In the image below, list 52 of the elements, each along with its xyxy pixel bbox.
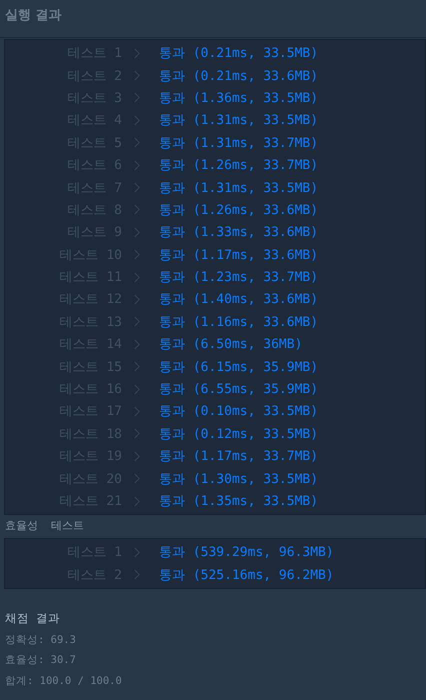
grading-title: 채점 결과 [5,610,61,626]
test-result: 통과 (1.23ms, 33.7MB) [159,269,318,286]
chevron-icon [134,70,140,82]
chevron-icon [134,450,140,462]
chevron-icon [134,48,140,59]
chevron-icon [134,182,140,194]
test-result: 통과 (1.26ms, 33.6MB) [159,202,318,219]
test-result: 통과 (0.10ms, 33.5MB) [159,403,318,420]
chevron-icon [134,92,140,104]
test-result: 통과 (1.26ms, 33.7MB) [159,157,318,174]
test-result: 통과 (0.21ms, 33.5MB) [159,45,318,62]
test-result: 통과 (1.33ms, 33.6MB) [159,224,318,242]
chevron-icon [134,338,140,350]
test-result: 통과 (1.30ms, 33.5MB) [159,470,318,488]
chevron-icon [134,406,140,417]
chevron-icon [134,204,140,216]
test-result: 통과 (1.17ms, 33.6MB) [159,246,318,264]
chevron-icon [134,226,140,238]
test-result: 통과 (1.17ms, 33.7MB) [159,448,318,466]
chevron-icon [134,361,140,372]
test-result: 통과 (1.35ms, 33.5MB) [159,493,318,510]
chevron-icon [134,569,140,580]
test-result: 통과 (6.50ms, 36MB) [159,336,302,354]
chevron-icon [134,384,140,395]
test-result: 통과 (0.12ms, 33.5MB) [159,426,318,443]
test-result: 통과 (6.15ms, 35.9MB) [159,358,318,376]
chevron-icon [134,137,140,148]
chevron-icon [134,160,140,171]
chevron-icon [134,428,140,440]
chevron-icon [134,249,140,260]
score-line: 정확성: 69.3 [5,632,77,648]
chevron-icon [134,294,140,305]
test-result: 통과 (539.29ms, 96.3MB) [159,544,334,562]
chevron-icon [134,272,140,283]
chevron-icon [134,546,140,558]
chevron-icon [134,496,140,506]
test-result: 통과 (1.31ms, 33.7MB) [159,134,318,152]
section-heading: 효율성 테스트 [4,518,86,534]
test-result: 통과 (525.16ms, 96.2MB) [159,566,334,584]
test-result: 통과 (6.55ms, 35.9MB) [159,381,318,398]
chevron-icon [134,316,140,328]
chevron-icon [134,114,140,126]
test-result: 통과 (1.16ms, 33.6MB) [159,314,318,331]
test-result: 통과 (1.40ms, 33.6MB) [159,291,318,308]
test-result: 통과 (1.31ms, 33.5MB) [159,112,318,130]
test-result: 통과 (0.21ms, 33.6MB) [159,68,318,85]
chevron-icon [134,473,140,484]
score-line: 효율성: 30.7 [5,653,77,668]
test-result: 통과 (1.36ms, 33.5MB) [159,90,318,107]
score-line: 합계: 100.0 / 100.0 [5,674,123,689]
section-title: 실행 결과 [5,8,62,23]
test-result: 통과 (1.31ms, 33.5MB) [159,180,318,197]
